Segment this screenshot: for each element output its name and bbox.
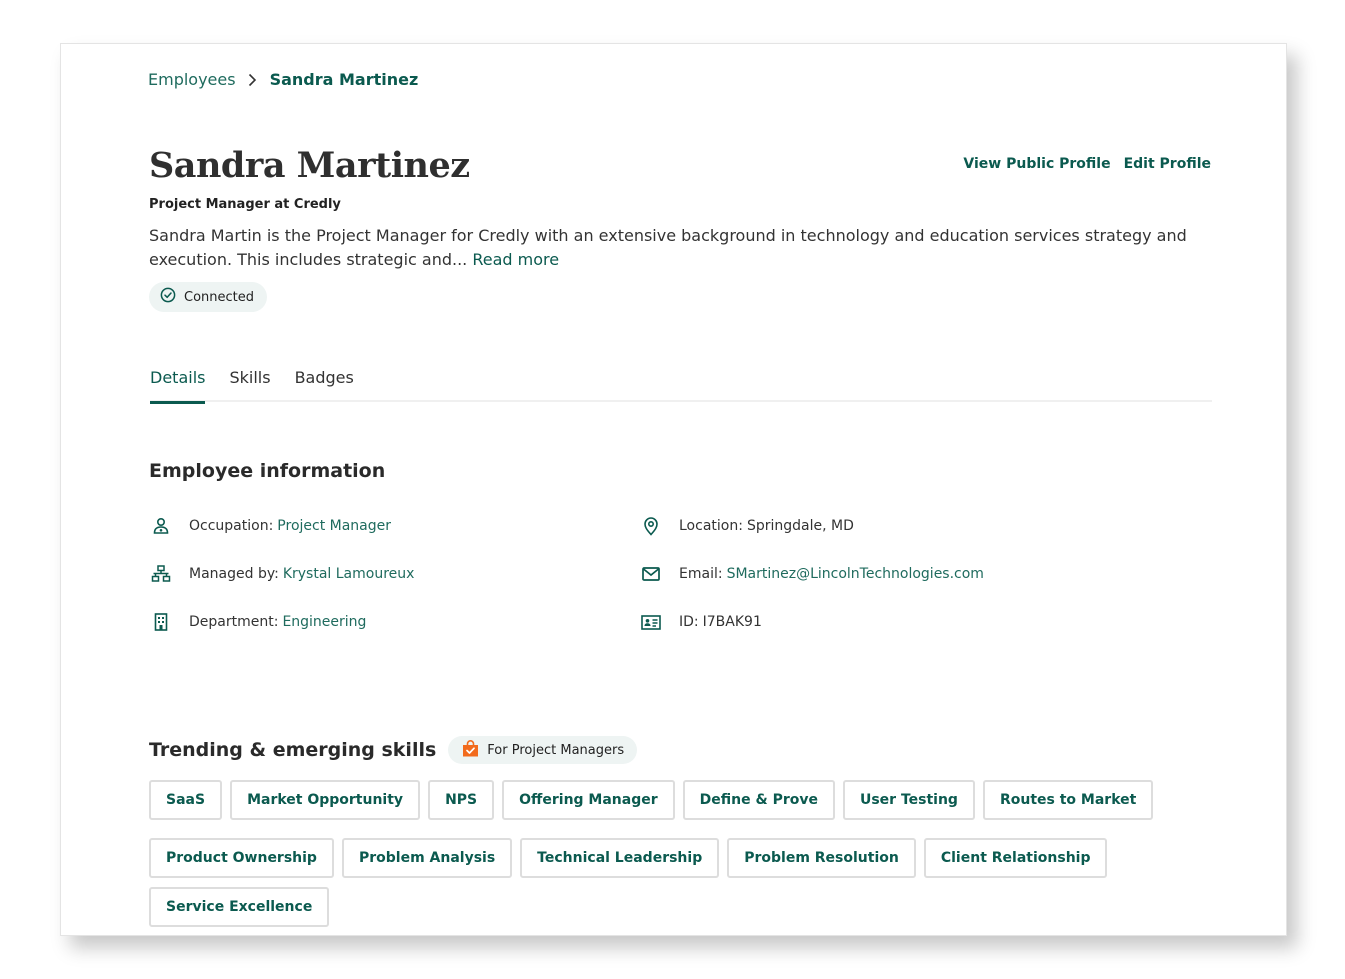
id-label: ID:	[679, 614, 699, 630]
occupation-label: Occupation:	[189, 518, 274, 534]
tab-details[interactable]: Details	[150, 362, 206, 404]
info-location: Location: Springdale, MD	[639, 514, 854, 538]
breadcrumb-employees-link[interactable]: Employees	[148, 70, 236, 89]
tab-skills[interactable]: Skills	[229, 362, 270, 402]
skill-tag[interactable]: Routes to Market	[982, 780, 1154, 820]
employee-bio: Sandra Martin is the Project Manager for…	[149, 224, 1219, 272]
email-link[interactable]: SMartinez@LincolnTechnologies.com	[727, 566, 984, 582]
audience-badge: For Project Managers	[448, 736, 638, 764]
skill-tag[interactable]: Define & Prove	[682, 780, 835, 820]
skill-tag[interactable]: Problem Resolution	[727, 838, 916, 878]
occupation-link[interactable]: Project Manager	[277, 518, 391, 534]
org-chart-icon	[149, 562, 173, 586]
department-label: Department:	[189, 614, 279, 630]
chevron-right-icon	[246, 72, 260, 88]
skill-tag[interactable]: Problem Analysis	[341, 838, 513, 878]
employee-subtitle: Project Manager at Credly	[149, 197, 341, 212]
status-text: Connected	[184, 289, 255, 305]
manager-link[interactable]: Krystal Lamoureux	[283, 566, 415, 582]
person-badge-icon	[149, 514, 173, 538]
info-managed-by: Managed by: Krystal Lamoureux	[149, 562, 414, 586]
skill-tag[interactable]: Service Excellence	[149, 887, 330, 927]
employee-name: Sandra Martinez	[149, 145, 470, 186]
info-id: ID: I7BAK91	[639, 610, 762, 634]
breadcrumb: Employees Sandra Martinez	[148, 70, 418, 89]
info-department: Department: Engineering	[149, 610, 366, 634]
bio-text: Sandra Martin is the Project Manager for…	[149, 226, 1187, 269]
building-icon	[149, 610, 173, 634]
status-badge: Connected	[149, 282, 268, 312]
header-actions: View Public Profile Edit Profile	[963, 156, 1211, 172]
skill-tag[interactable]: Offering Manager	[502, 780, 675, 820]
profile-tabs: Details Skills Badges	[150, 362, 1212, 404]
skill-tag[interactable]: Product Ownership	[149, 838, 334, 878]
skill-tag[interactable]: NPS	[428, 780, 495, 820]
envelope-icon	[639, 562, 663, 586]
skill-tag[interactable]: User Testing	[842, 780, 975, 820]
location-value: Springdale, MD	[746, 518, 854, 534]
trending-skills-heading: Trending & emerging skills	[149, 739, 437, 761]
shopping-bag-check-icon	[462, 739, 479, 761]
view-public-profile-link[interactable]: View Public Profile	[963, 156, 1110, 172]
email-label: Email:	[679, 566, 723, 582]
breadcrumb-current: Sandra Martinez	[269, 70, 419, 89]
employee-information-heading: Employee information	[149, 460, 386, 482]
map-pin-icon	[639, 514, 663, 538]
skill-tag[interactable]: Market Opportunity	[230, 780, 421, 820]
managed-by-label: Managed by:	[189, 566, 279, 582]
read-more-link[interactable]: Read more	[472, 250, 559, 269]
edit-profile-link[interactable]: Edit Profile	[1124, 156, 1211, 172]
location-label: Location:	[679, 518, 743, 534]
trending-skills-header: Trending & emerging skills For Project M…	[149, 736, 638, 764]
audience-text: For Project Managers	[487, 742, 625, 758]
profile-card: Employees Sandra Martinez Sandra Martine…	[60, 43, 1287, 936]
id-card-icon	[639, 610, 663, 634]
department-link[interactable]: Engineering	[282, 614, 366, 630]
info-email: Email: SMartinez@LincolnTechnologies.com	[639, 562, 984, 586]
tab-badges[interactable]: Badges	[295, 362, 354, 402]
skill-tag[interactable]: Client Relationship	[923, 838, 1108, 878]
info-occupation: Occupation: Project Manager	[149, 514, 391, 538]
skill-tag[interactable]: Technical Leadership	[520, 838, 720, 878]
id-value: I7BAK91	[702, 614, 762, 630]
check-circle-icon	[160, 287, 176, 307]
skills-list: SaaS Market Opportunity NPS Offering Man…	[149, 780, 1229, 927]
skill-tag[interactable]: SaaS	[149, 780, 223, 820]
